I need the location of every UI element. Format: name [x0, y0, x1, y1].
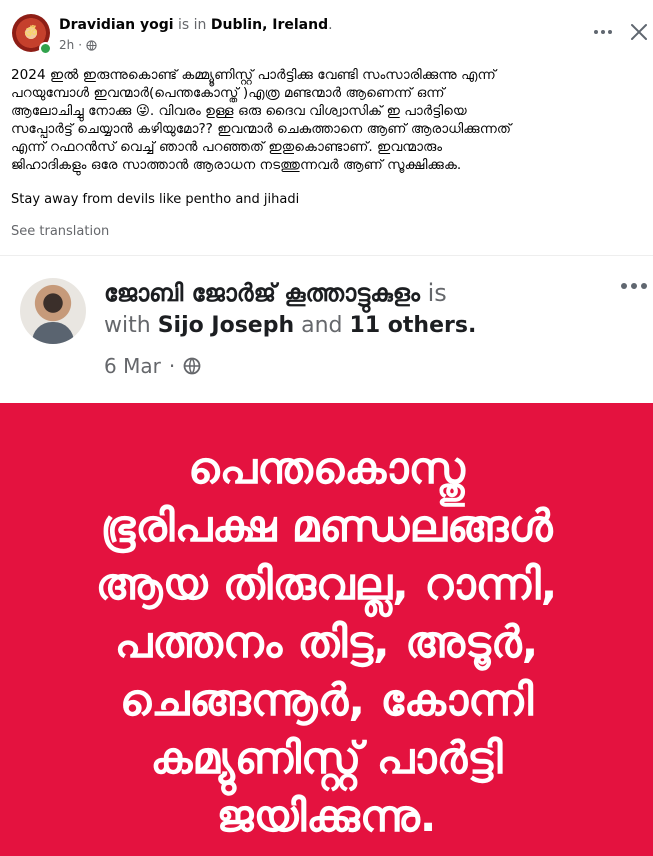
post-text: 2024 ഇൽ ഇരുന്നുകൊണ്ട് കമ്മ്യൂണിസ്റ്റ് പാ…	[11, 66, 647, 174]
shared-post-header: ജോബി ജോർജ് കൂത്താട്ടുകുളം is with Sijo J…	[0, 255, 653, 404]
shared-author-avatar	[20, 278, 86, 344]
shared-more-icon	[620, 279, 650, 291]
tagged-others: 11 others.	[349, 313, 477, 338]
shared-is-text: is	[427, 279, 447, 307]
post-text-line: 2024 ഇൽ ഇരുന്നുകൊണ്ട് കമ്മ്യൂണിസ്റ്റ് പാ…	[11, 67, 496, 83]
online-status-icon	[39, 42, 52, 55]
is-in-text: is in	[178, 17, 207, 33]
post-text-line: എന്ന് റഫറൻസ് വെച്ച് ഞാൻ പറഞ്ഞത് ഇതുകൊണ്ട…	[11, 139, 443, 155]
shared-author-name: ജോബി ജോർജ് കൂത്താട്ടുകുളം	[104, 279, 420, 307]
shared-date: 6 Mar	[104, 354, 161, 378]
shared-meta-separator: ·	[168, 354, 176, 378]
post-time[interactable]: 2h	[59, 38, 74, 52]
location-period: .	[328, 17, 333, 33]
shared-meta: 6 Mar ·	[104, 354, 201, 378]
banner-line: കമ്യുണിസ്റ്റ് പാർട്ടി	[150, 733, 503, 784]
avatar-shirt	[32, 322, 74, 344]
meta-separator: ·	[78, 38, 83, 52]
om-symbol-icon: ॐ	[24, 25, 38, 41]
banner-line: ജയിക്കുന്നു.	[216, 791, 437, 842]
shared-image[interactable]: ജോബി ജോർജ് കൂത്താട്ടുകുളം is with Sijo J…	[0, 255, 653, 856]
red-banner: പെന്തകൊസ്തു ഭൂരിപക്ഷ മണ്ഡലങ്ങൾ ആയ തിരുവല…	[0, 403, 653, 856]
post-text-line: ജിഹാദികളും ഒരേ സാത്താൻ ആരാധന നടത്തുന്നവർ…	[11, 157, 462, 173]
shared-globe-icon	[183, 357, 201, 375]
banner-line: പത്തനം തിട്ട, അടൂർ,	[114, 617, 539, 668]
post-text-line: സപ്പോർട്ട് ചെയ്യാൻ കഴിയുമോ?? ഇവന്മാർ ചെക…	[11, 121, 512, 137]
post-header: ॐ Dravidian yogi is in Dublin, Ireland. …	[0, 0, 653, 62]
post-text-line: പറയുമ്പോൾ ഇവന്മാർ(പെന്തകോസ്ത് )എത്ര മണ്ട…	[11, 85, 445, 101]
see-translation-link[interactable]: See translation	[11, 224, 109, 239]
banner-line: ചെങ്ങന്നൂർ, കോന്നി	[119, 675, 534, 726]
shared-tagged-line: with Sijo Joseph and 11 others.	[104, 313, 476, 338]
post-text-line: ആലോചിച്ചു നോക്കു 😜. വിവരം ഉള്ള ഒരു ദൈവ വ…	[11, 103, 467, 119]
tagged-person: Sijo Joseph	[157, 313, 295, 338]
banner-line: പെന്തകൊസ്തു	[188, 443, 465, 494]
shared-author-line: ജോബി ജോർജ് കൂത്താട്ടുകുളം is	[104, 279, 447, 307]
location-link[interactable]: Dublin, Ireland	[211, 17, 328, 33]
banner-line: ആയ തിരുവല്ല, റാന്നി,	[95, 559, 558, 610]
close-icon[interactable]	[629, 22, 649, 42]
banner-line: ഭൂരിപക്ഷ മണ്ഡലങ്ങൾ	[100, 501, 553, 552]
post-text-english: Stay away from devils like pentho and ji…	[11, 192, 300, 207]
with-text: with	[104, 313, 151, 338]
author-name[interactable]: Dravidian yogi	[59, 17, 174, 33]
globe-icon	[86, 39, 97, 51]
and-text: and	[301, 313, 343, 338]
header-line: Dravidian yogi is in Dublin, Ireland.	[59, 17, 333, 33]
post-meta: 2h ·	[59, 38, 97, 52]
more-options-button[interactable]	[592, 22, 616, 42]
